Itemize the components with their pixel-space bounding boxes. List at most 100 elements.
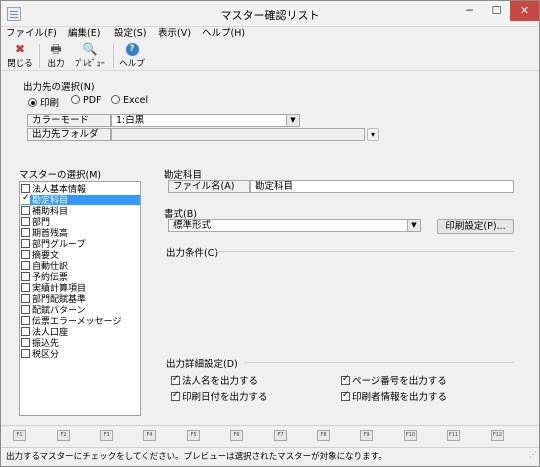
color-mode-select[interactable]: 1:白黒 ▼ — [111, 114, 300, 127]
divider — [1, 425, 539, 426]
toolbar: ✖ 閉じる 🖶 出力 🔍 ﾌﾟﾚﾋﾞｭｰ ? ヘルプ — [1, 41, 539, 71]
option-checkbox[interactable] — [171, 374, 180, 385]
minimize-button[interactable]: ─ — [456, 1, 483, 21]
list-checkbox[interactable] — [21, 228, 30, 237]
maximize-button[interactable]: ☐ — [483, 1, 510, 21]
radio-print[interactable]: 印刷 — [28, 95, 59, 109]
list-item-label: 部門 — [32, 218, 51, 228]
list-checkbox[interactable] — [21, 261, 30, 270]
list-checkbox[interactable] — [21, 294, 30, 303]
menu-edit[interactable]: 編集(E) — [68, 27, 100, 41]
f8-key[interactable]: F8 — [317, 430, 330, 441]
list-item-label: 補助科目 — [32, 207, 69, 217]
close-button[interactable]: ✖ 閉じる — [5, 42, 35, 70]
list-checkbox[interactable] — [21, 283, 30, 292]
printer-icon: 🖶 — [50, 42, 62, 56]
list-item[interactable]: 実績計算項目 — [21, 283, 140, 294]
option-print-date[interactable]: 印刷日付を出力する — [171, 389, 268, 403]
list-checkbox[interactable] — [21, 217, 30, 226]
list-item[interactable]: 部門配賦基準 — [21, 294, 140, 305]
list-checkbox[interactable] — [21, 327, 30, 336]
list-checkbox[interactable] — [21, 250, 30, 259]
divider — [216, 251, 514, 252]
list-checkbox[interactable] — [21, 316, 30, 325]
option-label: 印刷者情報を出力する — [352, 392, 448, 403]
f9-key[interactable]: F9 — [360, 430, 373, 441]
f12-key[interactable]: F12 — [491, 430, 504, 441]
list-item[interactable]: 税区分 — [21, 349, 140, 360]
close-window-button[interactable]: ✕ — [510, 1, 539, 21]
help-icon: ? — [125, 43, 139, 56]
output-button-label: 出力 — [47, 59, 65, 69]
list-item[interactable]: 伝票エラーメッセージ — [21, 316, 140, 327]
list-checkbox[interactable] — [21, 184, 30, 193]
list-checkbox[interactable] — [21, 272, 30, 281]
status-bar: 出力するマスターにチェックをしてください。プレビューは選択されたマスターが対象に… — [1, 447, 539, 466]
f1-key[interactable]: F1 — [13, 430, 26, 441]
resize-grip-icon[interactable]: ⋰ — [529, 448, 537, 464]
list-item-label: 部門グループ — [32, 240, 86, 250]
list-checkbox[interactable] — [21, 206, 30, 215]
format-value: 標準形式 — [173, 220, 212, 231]
f7-key[interactable]: F7 — [274, 430, 287, 441]
list-item[interactable]: 自動仕訳 — [21, 261, 140, 272]
menu-help[interactable]: ヘルプ(H) — [202, 27, 245, 41]
preview-button[interactable]: 🔍 ﾌﾟﾚﾋﾞｭｰ — [71, 42, 109, 70]
menu-file[interactable]: ファイル(F) — [6, 27, 57, 41]
help-button[interactable]: ? ヘルプ — [117, 42, 147, 70]
list-checkbox[interactable] — [21, 349, 30, 358]
f2-key[interactable]: F2 — [57, 430, 70, 441]
list-item-label: 税区分 — [32, 350, 60, 360]
f6-key[interactable]: F6 — [230, 430, 243, 441]
chevron-down-icon: ▼ — [407, 220, 420, 231]
menu-settings[interactable]: 設定(S) — [114, 27, 146, 41]
radio-excel[interactable]: Excel — [111, 95, 148, 107]
list-item[interactable]: 補助科目 — [21, 206, 140, 217]
folder-browse-button[interactable]: ▾ — [367, 128, 379, 141]
option-checkbox[interactable] — [341, 390, 350, 401]
list-item[interactable]: 予約伝票 — [21, 272, 140, 283]
list-item[interactable]: 振込先 — [21, 338, 140, 349]
list-item[interactable]: 期首残高 — [21, 228, 140, 239]
master-list[interactable]: 法人基本情報 勘定科目 補助科目 部門 期首残高 部門グループ 摘要文 自動仕訳… — [19, 181, 141, 416]
list-checkbox[interactable] — [21, 239, 30, 248]
option-page-number[interactable]: ページ番号を出力する — [341, 373, 447, 387]
f5-key[interactable]: F5 — [187, 430, 200, 441]
list-item-label: 伝票エラーメッセージ — [32, 317, 122, 327]
output-folder-field[interactable] — [111, 128, 365, 141]
color-mode-label: カラーモード — [27, 114, 111, 127]
list-item-label: 期首残高 — [32, 229, 69, 239]
list-checkbox[interactable] — [21, 338, 30, 347]
list-item[interactable]: 摘要文 — [21, 250, 140, 261]
list-item-label: 実績計算項目 — [32, 284, 87, 294]
preview-button-label: ﾌﾟﾚﾋﾞｭｰ — [75, 59, 105, 69]
list-item-label: 部門配賦基準 — [32, 295, 87, 305]
radio-pdf[interactable]: PDF — [71, 95, 102, 107]
option-label: ページ番号を出力する — [352, 376, 447, 387]
list-item[interactable]: 部門グループ — [21, 239, 140, 250]
option-checkbox[interactable] — [341, 374, 350, 385]
list-item[interactable]: 部門 — [21, 217, 140, 228]
print-settings-button[interactable]: 印刷設定(P)... — [437, 219, 514, 234]
filename-label: ファイル名(A) — [168, 180, 250, 193]
filename-input[interactable]: 勘定科目 — [250, 180, 514, 193]
f11-key[interactable]: F11 — [447, 430, 460, 441]
menu-view[interactable]: 表示(V) — [158, 27, 191, 41]
f4-key[interactable]: F4 — [143, 430, 156, 441]
list-checkbox[interactable] — [21, 305, 30, 314]
option-company-name[interactable]: 法人名を出力する — [171, 373, 258, 387]
list-item[interactable]: 勘定科目 — [21, 193, 140, 206]
function-key-bar: F1 F2 F3 F4 F5 F6 F7 F8 F9 F10 F11 F12 — [1, 429, 539, 445]
format-select[interactable]: 標準形式 ▼ — [168, 219, 421, 232]
option-checkbox[interactable] — [171, 390, 180, 401]
list-item[interactable]: 配賦パターン — [21, 305, 140, 316]
list-checkbox[interactable] — [21, 193, 30, 204]
list-item[interactable]: 法人基本情報 — [21, 184, 140, 195]
option-printer-info[interactable]: 印刷者情報を出力する — [341, 389, 447, 403]
f3-key[interactable]: F3 — [100, 430, 113, 441]
list-item[interactable]: 法人口座 — [21, 327, 140, 338]
f10-key[interactable]: F10 — [404, 430, 417, 441]
output-button[interactable]: 🖶 出力 — [43, 42, 69, 70]
output-conditions-label: 出力条件(C) — [166, 248, 219, 259]
title-bar: マスター確認リスト ─ ☐ ✕ — [1, 1, 539, 27]
